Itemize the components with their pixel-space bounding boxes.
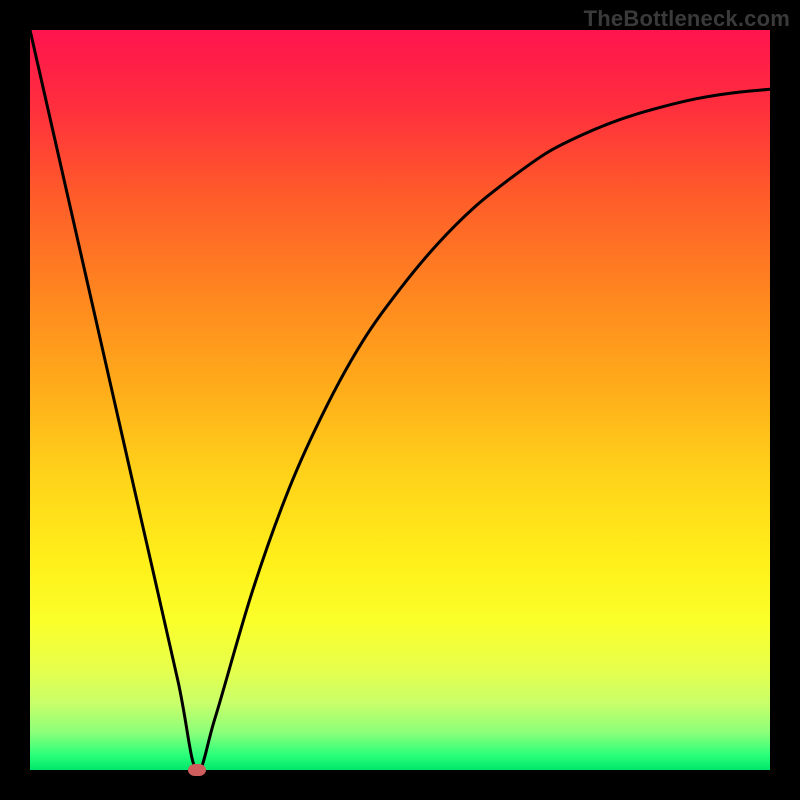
watermark-text: TheBottleneck.com bbox=[584, 6, 790, 32]
bottleneck-curve bbox=[30, 30, 770, 770]
optimum-marker bbox=[188, 764, 206, 776]
plot-area bbox=[30, 30, 770, 770]
chart-frame: TheBottleneck.com bbox=[0, 0, 800, 800]
